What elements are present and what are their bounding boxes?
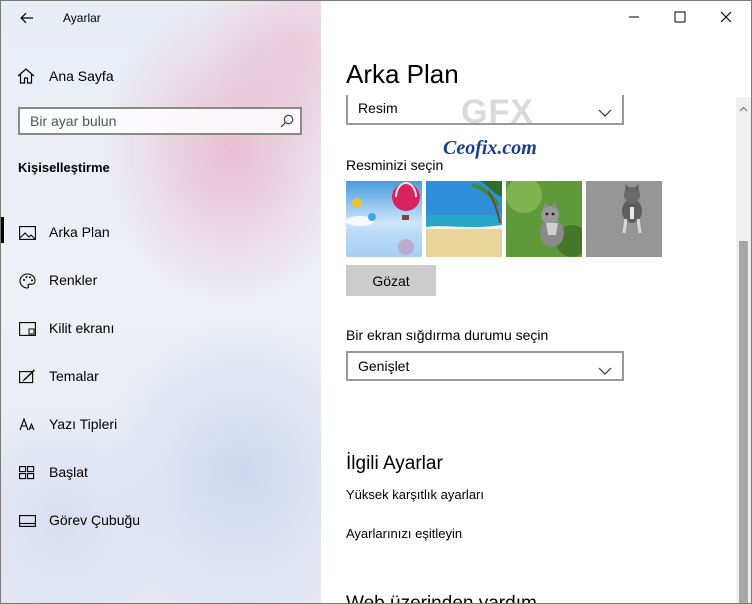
close-icon xyxy=(720,11,732,23)
home-icon xyxy=(17,68,35,84)
watermark-brand: Ceofix.com xyxy=(443,137,537,159)
sidebar-item-label: Temalar xyxy=(49,368,99,384)
themes-icon xyxy=(18,369,36,385)
maximize-icon xyxy=(674,11,686,23)
active-indicator xyxy=(1,217,4,243)
sync-settings-link[interactable]: Ayarlarınızı eşitleyin xyxy=(346,526,462,541)
back-button[interactable] xyxy=(15,7,39,29)
sidebar-item-start[interactable]: Başlat xyxy=(1,449,321,497)
page-title: Arka Plan xyxy=(346,59,459,89)
thumbnail-balloons[interactable] xyxy=(346,181,422,257)
dropdown-value: Genişlet xyxy=(358,358,410,374)
fit-label: Bir ekran sığdırma durumu seçin xyxy=(346,327,549,343)
lock-screen-icon xyxy=(18,321,36,337)
browse-button[interactable]: Gözat xyxy=(346,265,436,296)
thumbnail-kitten-grass[interactable] xyxy=(506,181,582,257)
choose-picture-label: Resminizi seçin xyxy=(346,157,444,173)
back-arrow-icon xyxy=(20,12,33,24)
fonts-icon xyxy=(18,417,36,433)
home-link[interactable]: Ana Sayfa xyxy=(17,65,114,87)
sidebar: Ayarlar Ana Sayfa Kişiselleştirme Arka P… xyxy=(1,1,321,603)
close-button[interactable] xyxy=(703,1,749,33)
chevron-down-icon xyxy=(598,362,612,380)
sidebar-item-taskbar[interactable]: Görev Çubuğu xyxy=(1,497,321,545)
dropdown-value: Resim xyxy=(358,100,398,116)
app-title: Ayarlar xyxy=(63,11,101,25)
sidebar-item-label: Başlat xyxy=(49,464,88,480)
scrollbar-thumb[interactable] xyxy=(739,241,748,603)
sidebar-item-background[interactable]: Arka Plan xyxy=(1,209,321,257)
maximize-button[interactable] xyxy=(657,1,703,33)
watermark-logo: GFX xyxy=(461,93,534,131)
watermark: GFX Ceofix.com xyxy=(443,93,553,163)
section-title: Kişiselleştirme xyxy=(18,160,110,175)
sidebar-item-colors[interactable]: Renkler xyxy=(1,257,321,305)
search-box[interactable] xyxy=(18,107,302,135)
minimize-icon xyxy=(629,16,639,18)
home-label: Ana Sayfa xyxy=(49,68,114,84)
search-input[interactable] xyxy=(30,113,270,129)
scrollbar[interactable] xyxy=(736,97,751,603)
start-icon xyxy=(18,465,36,481)
sidebar-nav: Arka Plan Renkler Kilit ekranı Temalar Y… xyxy=(1,209,321,545)
sidebar-item-label: Renkler xyxy=(49,272,98,288)
image-icon xyxy=(18,225,36,241)
sidebar-item-label: Görev Çubuğu xyxy=(49,512,141,528)
sidebar-item-fonts[interactable]: Yazı Tipleri xyxy=(1,401,321,449)
taskbar-icon xyxy=(18,513,36,529)
fit-dropdown[interactable]: Genişlet xyxy=(346,351,624,381)
search-icon[interactable] xyxy=(280,114,294,133)
sidebar-item-label: Kilit ekranı xyxy=(49,320,115,336)
main-content: Arka Plan Resim GFX Ceofix.com Resminizi… xyxy=(321,1,751,603)
related-settings-title: İlgili Ayarlar xyxy=(346,453,443,474)
settings-window: Ayarlar Ana Sayfa Kişiselleştirme Arka P… xyxy=(0,0,752,604)
thumbnail-kitten-road[interactable] xyxy=(586,181,662,257)
thumbnail-beach[interactable] xyxy=(426,181,502,257)
sidebar-item-themes[interactable]: Temalar xyxy=(1,353,321,401)
sidebar-item-label: Yazı Tipleri xyxy=(49,416,118,432)
web-help-title: Web üzerinden yardım xyxy=(346,593,537,603)
high-contrast-link[interactable]: Yüksek karşıtlık ayarları xyxy=(346,487,484,502)
minimize-button[interactable] xyxy=(611,1,657,33)
picture-thumbnails xyxy=(346,181,662,257)
sidebar-item-lock-screen[interactable]: Kilit ekranı xyxy=(1,305,321,353)
chevron-down-icon xyxy=(598,104,612,122)
palette-icon xyxy=(18,273,36,289)
scroll-up-icon[interactable] xyxy=(739,99,748,117)
sidebar-item-label: Arka Plan xyxy=(49,224,110,240)
